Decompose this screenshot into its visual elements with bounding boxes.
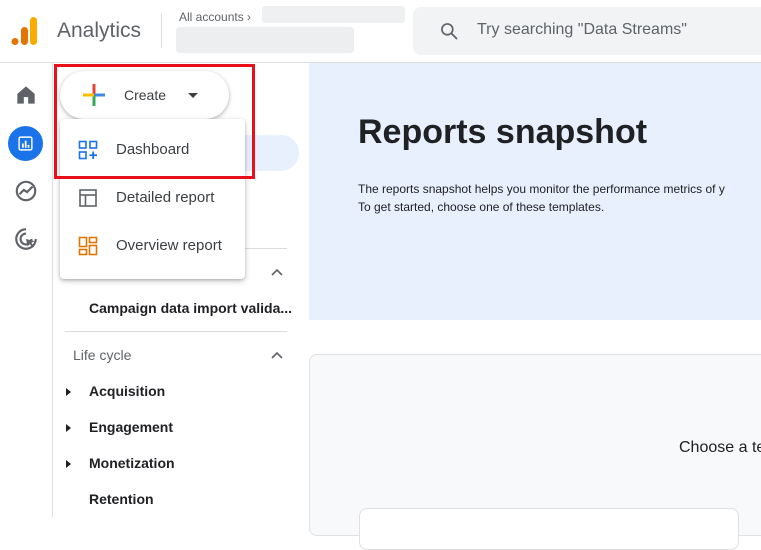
template-option[interactable] [359, 508, 739, 550]
hero-banner: Reports snapshot The reports snapshot he… [309, 63, 761, 320]
chevron-up-icon[interactable] [271, 268, 283, 276]
header-divider [161, 14, 162, 48]
main-content: Reports snapshot The reports snapshot he… [309, 63, 761, 550]
home-icon[interactable] [13, 82, 39, 108]
explore-icon[interactable] [13, 178, 39, 204]
app-title: Analytics [57, 19, 142, 42]
caret-right-icon[interactable] [66, 388, 71, 396]
template-chooser-title: Choose a te [679, 439, 761, 456]
nav-item-monetization[interactable]: Monetization [89, 455, 175, 471]
nav-item-engagement[interactable]: Engagement [89, 419, 173, 435]
search-bar[interactable]: Try searching "Data Streams" [413, 7, 761, 55]
description-line: To get started, choose one of these temp… [358, 200, 605, 214]
page-description: The reports snapshot helps you monitor t… [358, 180, 725, 216]
property-selector[interactable] [176, 27, 354, 53]
menu-item-label: Detailed report [116, 189, 215, 206]
chevron-up-icon[interactable] [271, 351, 283, 359]
nav-item-retention[interactable]: Retention [89, 491, 154, 507]
reports-nav-active[interactable] [8, 126, 43, 161]
detailed-report-icon [79, 189, 97, 207]
annotation-highlight-box [54, 64, 255, 179]
nav-divider [65, 331, 287, 332]
menu-item-label: Overview report [116, 237, 222, 254]
reports-icon [18, 136, 33, 151]
search-icon [441, 23, 458, 40]
page-title: Reports snapshot [358, 113, 648, 151]
nav-section-lifecycle[interactable]: Life cycle [73, 347, 131, 363]
menu-item-overview-report[interactable]: Overview report [60, 222, 245, 270]
left-rail [0, 63, 53, 517]
overview-report-icon [78, 236, 98, 256]
analytics-logo-icon[interactable] [10, 16, 40, 46]
caret-right-icon[interactable] [66, 460, 71, 468]
top-bar: Analytics All accounts › Try searching "… [0, 0, 761, 63]
accounts-label: All accounts [179, 10, 244, 24]
caret-right-icon[interactable] [66, 424, 71, 432]
accounts-breadcrumb[interactable]: All accounts › [179, 10, 251, 24]
redacted-account-name [262, 6, 405, 23]
nav-item-acquisition[interactable]: Acquisition [89, 383, 165, 399]
nav-item-campaign-data-import[interactable]: Campaign data import valida... [89, 300, 292, 316]
menu-item-detailed-report[interactable]: Detailed report [60, 174, 245, 222]
chevron-right-icon: › [247, 10, 252, 24]
template-chooser-card: Choose a te [309, 354, 761, 550]
description-line: The reports snapshot helps you monitor t… [358, 182, 725, 196]
search-placeholder: Try searching "Data Streams" [477, 21, 687, 38]
advertising-icon[interactable] [13, 226, 39, 252]
